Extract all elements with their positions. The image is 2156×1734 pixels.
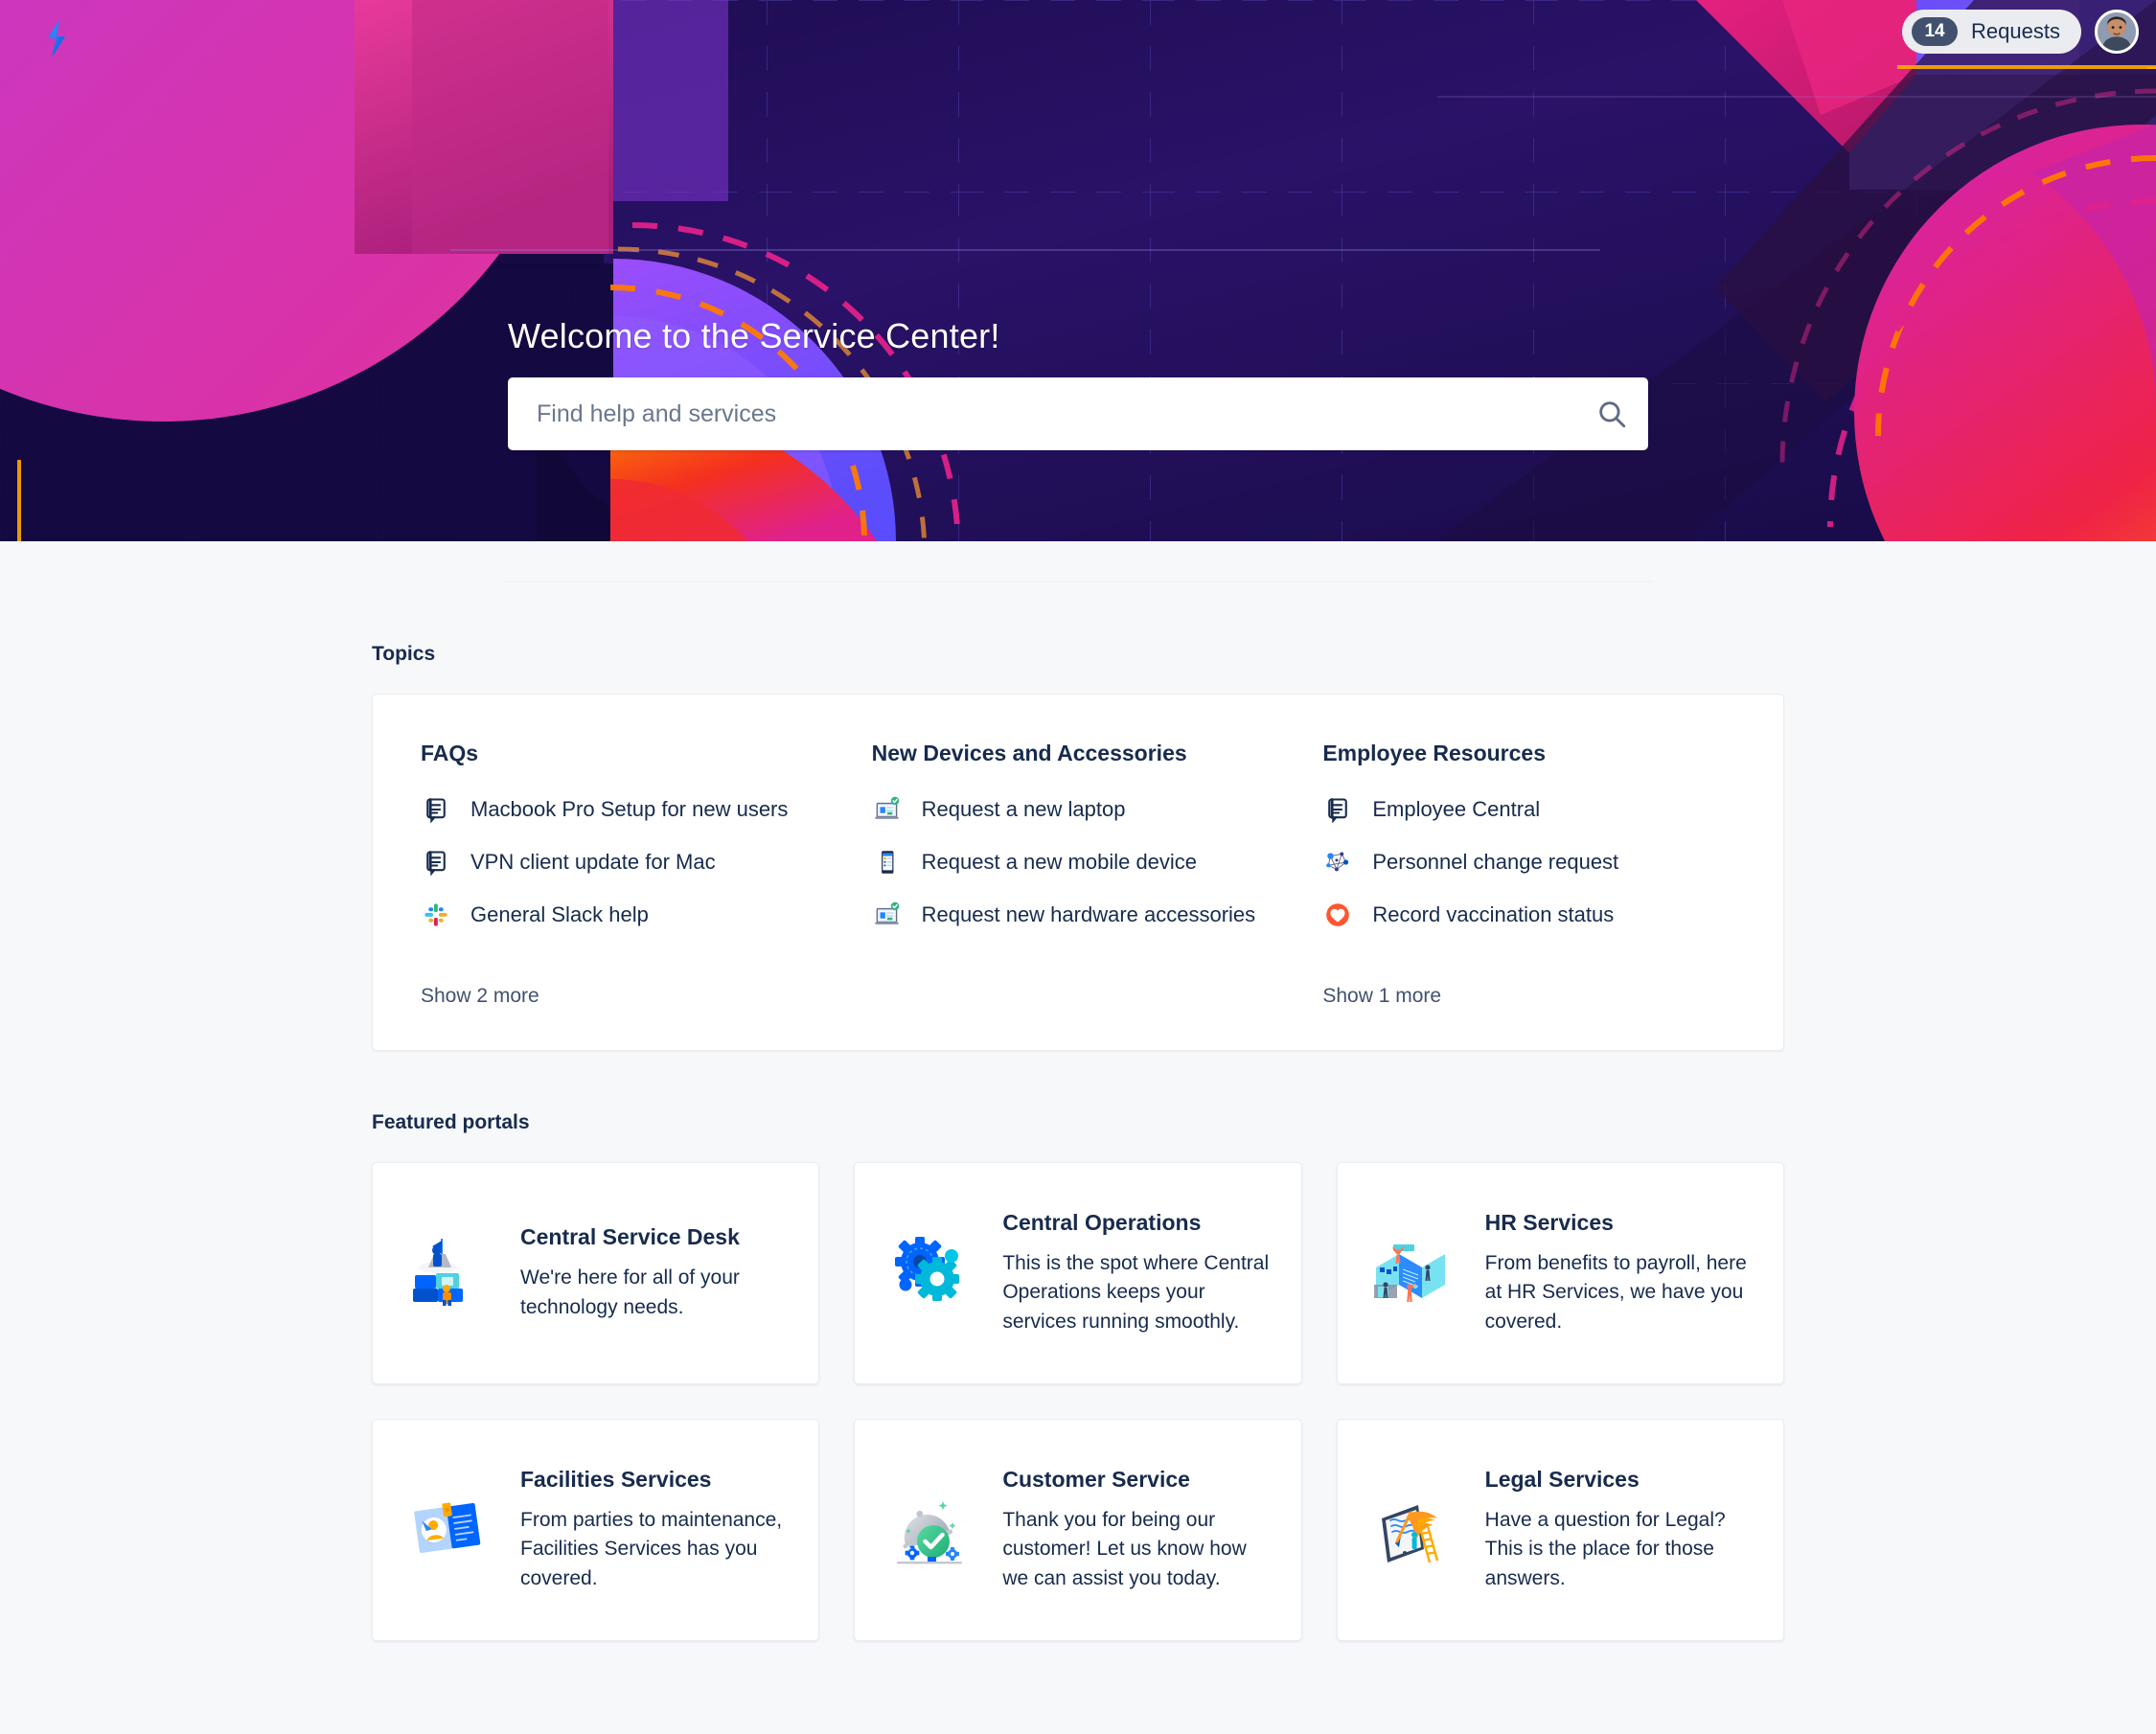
quill-document-icon <box>1366 1484 1458 1576</box>
topic-link[interactable]: Request a new laptop <box>872 794 1285 825</box>
content-wrapper: Topics FAQs Macbook Pro Setup for new us… <box>182 643 1974 1641</box>
portal-name: Central Operations <box>1002 1209 1202 1235</box>
topic-link[interactable]: VPN client update for Mac <box>421 847 834 878</box>
portal-name: Facilities Services <box>520 1466 712 1492</box>
portal-card[interactable]: HR Services From benefits to payroll, he… <box>1336 1162 1784 1384</box>
topic-link-label: Record vaccination status <box>1372 901 1615 926</box>
portal-description: Have a question for Legal? This is the p… <box>1484 1508 1726 1589</box>
topic-link[interactable]: Request a new mobile device <box>872 847 1285 878</box>
search-input[interactable] <box>508 399 1575 428</box>
network-nodes-icon <box>1322 847 1353 878</box>
page-title: Welcome to the Service Center! <box>508 316 1000 355</box>
topic-link-label: VPN client update for Mac <box>470 849 716 874</box>
laptop-icon <box>872 900 903 930</box>
id-badge-icon <box>401 1484 493 1576</box>
portal-text: Central Operations This is the spot wher… <box>1002 1210 1272 1336</box>
topic-column-title: FAQs <box>421 741 479 765</box>
topic-link-label: Personnel change request <box>1372 849 1619 874</box>
topic-column-employee-resources: Employee Resources Employee Central Pers… <box>1322 741 1735 1008</box>
topic-link-label: Request a new laptop <box>921 796 1126 821</box>
topic-column-faqs: FAQs Macbook Pro Setup for new users VPN… <box>421 741 834 1008</box>
portal-description: We're here for all of your technology ne… <box>520 1266 740 1318</box>
portal-name: HR Services <box>1484 1209 1614 1235</box>
portal-card[interactable]: Customer Service Thank you for being our… <box>854 1419 1302 1641</box>
hero-banner: 14 Requests Welcome to the Service Cente… <box>0 0 2156 541</box>
service-desk-blocks-icon <box>401 1227 493 1319</box>
featured-portals-heading: Featured portals <box>372 1111 530 1133</box>
service-cloche-check-icon <box>883 1484 975 1576</box>
header-actions: 14 Requests <box>1902 10 2139 54</box>
topic-link[interactable]: Macbook Pro Setup for new users <box>421 794 834 825</box>
topic-column-title: Employee Resources <box>1322 741 1546 765</box>
topic-link[interactable]: Request new hardware accessories <box>872 900 1285 930</box>
portal-name: Customer Service <box>1002 1466 1190 1492</box>
portal-card[interactable]: Central Service Desk We're here for all … <box>372 1162 820 1384</box>
topic-link-label: Employee Central <box>1372 796 1541 821</box>
show-more-link[interactable]: Show 1 more <box>1322 985 1441 1008</box>
topic-link-label: Request new hardware accessories <box>921 901 1256 926</box>
knowledge-article-icon <box>1322 794 1353 825</box>
requests-button[interactable]: 14 Requests <box>1902 10 2081 54</box>
portal-text: Central Service Desk We're here for all … <box>520 1224 790 1322</box>
topic-link-label: Request a new mobile device <box>921 849 1198 874</box>
topic-link-label: General Slack help <box>470 901 649 926</box>
hero-background-artwork <box>0 0 2156 541</box>
gears-icon <box>883 1227 975 1319</box>
main-content: Topics FAQs Macbook Pro Setup for new us… <box>0 581 2156 1679</box>
portal-description: From parties to maintenance, Facilities … <box>520 1508 783 1589</box>
topic-link[interactable]: General Slack help <box>421 900 834 930</box>
portal-name: Legal Services <box>1484 1466 1640 1492</box>
topics-card: FAQs Macbook Pro Setup for new users VPN… <box>372 694 1784 1051</box>
laptop-icon <box>872 794 903 825</box>
topic-column-title: New Devices and Accessories <box>871 741 1187 765</box>
hr-people-boards-icon <box>1366 1227 1458 1319</box>
avatar[interactable] <box>2095 10 2139 54</box>
portal-text: HR Services From benefits to payroll, he… <box>1485 1210 1755 1336</box>
jira-service-management-logo-icon[interactable] <box>31 13 80 63</box>
portal-text: Legal Services Have a question for Legal… <box>1485 1467 1755 1593</box>
search-box[interactable] <box>508 377 1648 450</box>
featured-portals-grid: Central Service Desk We're here for all … <box>372 1162 1784 1641</box>
mobile-device-icon <box>872 847 903 878</box>
portal-description: From benefits to payroll, here at HR Ser… <box>1484 1251 1747 1333</box>
topic-link[interactable]: Record vaccination status <box>1322 900 1735 930</box>
hero-content: Welcome to the Service Center! <box>508 316 1648 450</box>
portal-description: Thank you for being our customer! Let us… <box>1002 1508 1247 1589</box>
portal-card[interactable]: Facilities Services From parties to main… <box>372 1419 820 1641</box>
portal-text: Customer Service Thank you for being our… <box>1002 1467 1272 1593</box>
portal-text: Facilities Services From parties to main… <box>520 1467 790 1593</box>
portal-card[interactable]: Legal Services Have a question for Legal… <box>1336 1419 1784 1641</box>
slack-icon <box>421 900 451 930</box>
portal-name: Central Service Desk <box>520 1224 740 1250</box>
topic-link[interactable]: Personnel change request <box>1322 847 1735 878</box>
search-icon[interactable] <box>1575 377 1648 450</box>
requests-count-badge: 14 <box>1912 17 1959 46</box>
topic-link[interactable]: Employee Central <box>1322 794 1735 825</box>
requests-label: Requests <box>1971 19 2060 43</box>
topics-heading: Topics <box>372 643 436 665</box>
knowledge-article-icon <box>421 794 451 825</box>
topic-link-label: Macbook Pro Setup for new users <box>470 796 789 821</box>
heart-shield-icon <box>1322 900 1353 930</box>
section-divider <box>503 581 1653 582</box>
portal-card[interactable]: Central Operations This is the spot wher… <box>854 1162 1302 1384</box>
portal-description: This is the spot where Central Operation… <box>1002 1251 1270 1333</box>
topic-column-new-devices: New Devices and Accessories Request a ne… <box>872 741 1285 1008</box>
knowledge-article-icon <box>421 847 451 878</box>
show-more-link[interactable]: Show 2 more <box>421 985 539 1008</box>
